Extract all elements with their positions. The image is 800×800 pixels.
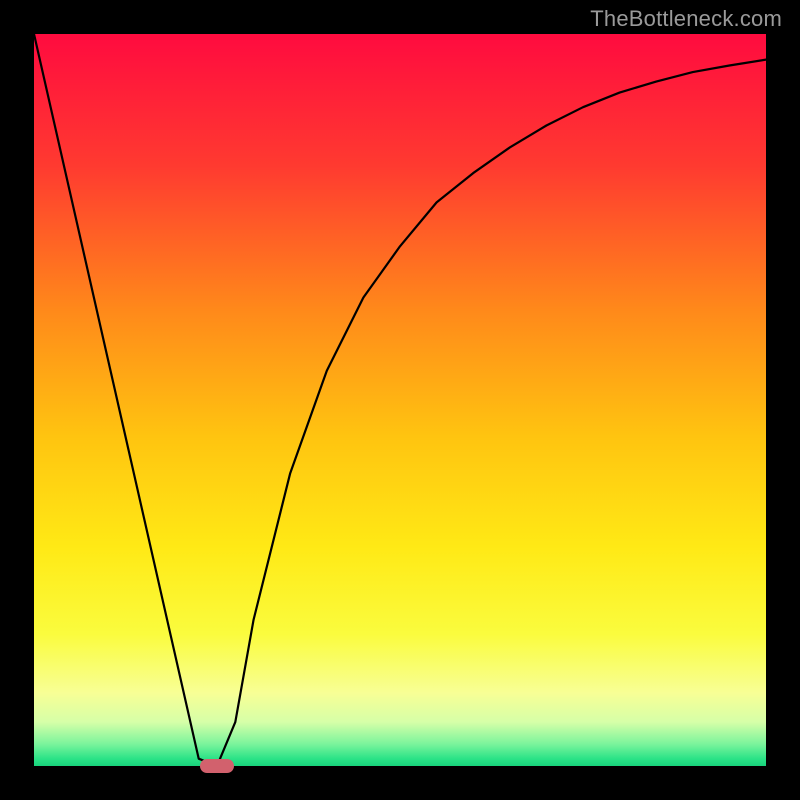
bottleneck-curve [34, 34, 766, 766]
curve-svg [34, 34, 766, 766]
watermark-text: TheBottleneck.com [590, 6, 782, 32]
plot-area [34, 34, 766, 766]
optimal-point-marker [200, 759, 234, 773]
chart-frame: TheBottleneck.com [0, 0, 800, 800]
